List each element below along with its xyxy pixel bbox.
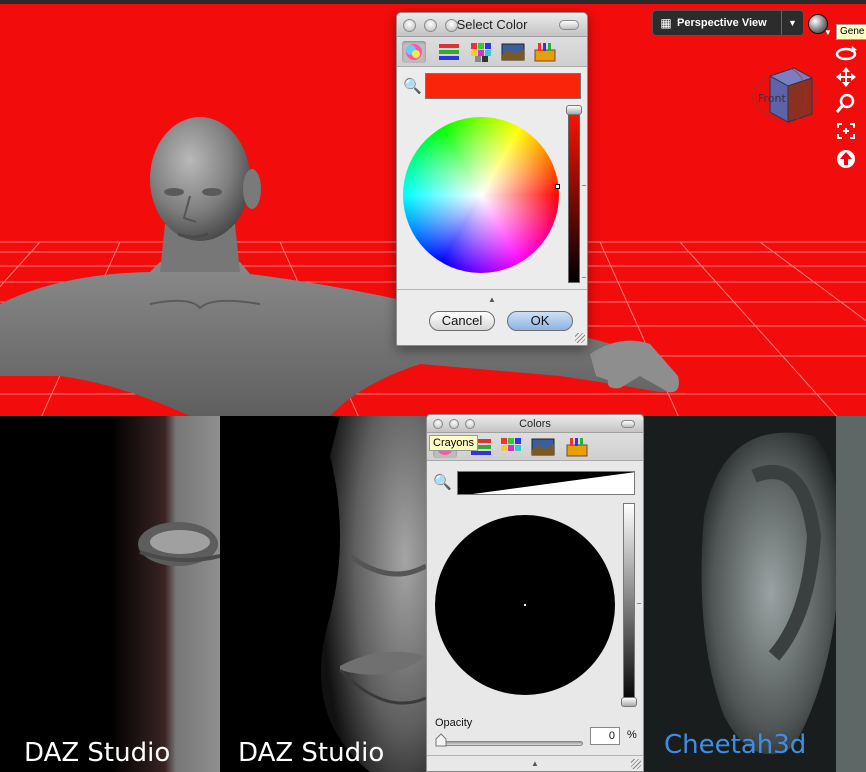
- image-palettes-icon[interactable]: [531, 436, 555, 458]
- toolbar-toggle-button[interactable]: [621, 420, 635, 428]
- resize-grip-icon[interactable]: [631, 759, 641, 769]
- crayons-icon[interactable]: [565, 436, 589, 458]
- cheetah3d-label: Cheetah3d: [664, 730, 807, 760]
- sphere-menu-caret-icon[interactable]: ▼: [824, 28, 832, 37]
- magnifier-icon[interactable]: 🔍: [403, 77, 422, 95]
- colors-title: Colors: [519, 418, 551, 430]
- color-wheel-marker[interactable]: [555, 184, 560, 189]
- cancel-button[interactable]: Cancel: [429, 311, 495, 331]
- crayons-icon[interactable]: [533, 41, 557, 63]
- image-palettes-icon[interactable]: [501, 41, 525, 63]
- tooltip-crayons: Crayons: [429, 435, 478, 451]
- layout-grid-icon: ▦: [660, 16, 672, 30]
- comparison-panel-left: DAZ Studio: [0, 416, 220, 772]
- dialog-title: Select Color: [456, 17, 528, 32]
- color-palettes-icon[interactable]: [469, 41, 493, 63]
- toolbar-toggle-button[interactable]: [559, 20, 579, 30]
- zoom-window-button[interactable]: [465, 419, 475, 429]
- tooltip-general: Gene: [836, 24, 866, 40]
- comparison-panel-middle: DAZ Studio: [220, 416, 426, 772]
- zoom-icon[interactable]: [834, 92, 858, 114]
- opacity-unit: %: [627, 729, 637, 741]
- daz-studio-label-middle: DAZ Studio: [238, 738, 385, 768]
- slider-tick: [637, 603, 641, 604]
- closeup-face-render: [321, 416, 426, 772]
- resize-grip-icon[interactable]: [575, 333, 585, 343]
- closeup-eye-render: [110, 416, 220, 772]
- ok-button[interactable]: OK: [507, 311, 573, 331]
- opacity-input[interactable]: 0: [590, 727, 620, 745]
- zoom-window-button[interactable]: [445, 19, 458, 32]
- brightness-slider[interactable]: [623, 503, 635, 705]
- daz-studio-label-left: DAZ Studio: [24, 738, 171, 768]
- colors-panel: Colors Crayons 🔍 Opacity 0 % ▲: [426, 414, 644, 772]
- select-color-titlebar[interactable]: Select Color: [397, 13, 587, 37]
- orbit-icon[interactable]: [834, 42, 858, 64]
- color-wheel-marker[interactable]: [524, 604, 526, 606]
- color-palettes-icon[interactable]: [499, 436, 523, 458]
- close-window-button[interactable]: [403, 19, 416, 32]
- view-cube[interactable]: Front: [752, 64, 820, 126]
- current-color-swatch[interactable]: [425, 73, 581, 99]
- panel-divider: [427, 755, 643, 756]
- view-cube-face-label: Front: [758, 92, 787, 105]
- opacity-label: Opacity: [435, 717, 473, 729]
- minimize-window-button[interactable]: [424, 19, 437, 32]
- color-wheel[interactable]: [403, 117, 559, 273]
- pan-icon[interactable]: [834, 66, 858, 88]
- current-color-swatch[interactable]: [457, 471, 635, 495]
- slider-tick: [582, 185, 586, 186]
- drag-handle-icon[interactable]: ▲: [488, 295, 496, 304]
- perspective-view-selector[interactable]: ▦ Perspective View ▼: [652, 10, 804, 36]
- opacity-slider[interactable]: [437, 741, 583, 746]
- frame-icon[interactable]: [834, 120, 858, 142]
- select-color-dialog: Select Color 🔍 ▲ Cancel OK: [396, 12, 588, 346]
- brightness-slider-handle[interactable]: [621, 697, 637, 707]
- color-swatch-fill: [458, 472, 634, 494]
- color-wheel-icon[interactable]: [402, 41, 426, 63]
- view-selector-label: Perspective View: [677, 17, 767, 29]
- drag-handle-icon[interactable]: ▲: [531, 759, 539, 768]
- colors-titlebar[interactable]: Colors: [427, 415, 643, 433]
- magnifier-icon[interactable]: 🔍: [433, 473, 452, 491]
- chevron-down-icon[interactable]: ▼: [781, 11, 803, 35]
- brightness-slider[interactable]: [568, 109, 580, 283]
- color-sliders-icon[interactable]: [437, 41, 461, 63]
- close-window-button[interactable]: [433, 419, 443, 429]
- opacity-slider-handle[interactable]: [435, 733, 447, 747]
- dialog-divider: [397, 289, 587, 290]
- brightness-slider-handle[interactable]: [566, 105, 582, 115]
- slider-tick: [582, 277, 586, 278]
- closeup-ear-render: [701, 416, 866, 772]
- comparison-panel-right: Cheetah3d: [644, 416, 866, 772]
- home-icon[interactable]: [834, 148, 858, 170]
- minimize-window-button[interactable]: [449, 419, 459, 429]
- color-mode-toolbar: [397, 37, 587, 67]
